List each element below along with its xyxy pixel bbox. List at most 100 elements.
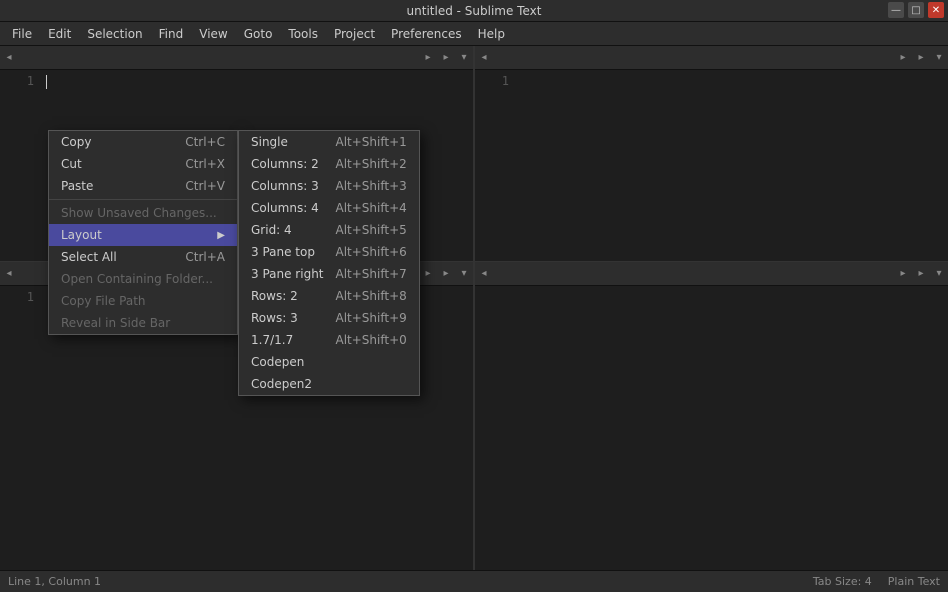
ctx-item-paste[interactable]: PasteCtrl+V <box>49 175 237 197</box>
sub-item-1.7/1.7[interactable]: 1.7/1.7Alt+Shift+0 <box>239 329 419 351</box>
sub-item-label: Columns: 3 <box>251 179 319 193</box>
sub-shortcut: Alt+Shift+8 <box>336 289 407 303</box>
status-right: Tab Size: 4 Plain Text <box>813 575 940 588</box>
sub-item-label: Grid: 4 <box>251 223 292 237</box>
pane-tab-next1[interactable]: ▸ <box>419 46 437 70</box>
pane-content-bottom-right <box>475 286 948 570</box>
sub-item-label: Single <box>251 135 288 149</box>
sub-shortcut: Alt+Shift+9 <box>336 311 407 325</box>
sub-item-columns:-3[interactable]: Columns: 3 Alt+Shift+3 <box>239 175 419 197</box>
line-numbers-bottom-right <box>475 286 515 570</box>
sub-item-label: 3 Pane right <box>251 267 324 281</box>
ctx-item-layout[interactable]: Layout▶ <box>49 224 237 246</box>
pane-tab-next2-r[interactable]: ▸ <box>912 46 930 70</box>
pane-tab-scroll-r <box>493 46 894 70</box>
pane-tab-dropdown[interactable]: ▾ <box>455 46 473 70</box>
sub-item-rows:-3[interactable]: Rows: 3 Alt+Shift+9 <box>239 307 419 329</box>
ctx-item-copy[interactable]: CopyCtrl+C <box>49 131 237 153</box>
status-bar: Line 1, Column 1 Tab Size: 4 Plain Text <box>0 570 948 592</box>
pane-tab-scroll-br <box>493 262 894 286</box>
menu-item-find[interactable]: Find <box>151 25 192 43</box>
sub-shortcut: Alt+Shift+7 <box>336 267 407 281</box>
pane-tab-next1-br[interactable]: ▸ <box>894 262 912 286</box>
sub-item-label: 3 Pane top <box>251 245 315 259</box>
sub-item-3-pane-top[interactable]: 3 Pane top Alt+Shift+6 <box>239 241 419 263</box>
menu-item-project[interactable]: Project <box>326 25 383 43</box>
pane-tab-prev[interactable]: ◂ <box>0 46 18 70</box>
vscrollbar-bottom-right[interactable] <box>934 286 948 570</box>
editor-text-top-right[interactable] <box>515 70 934 261</box>
pane-tab-next1-r[interactable]: ▸ <box>894 46 912 70</box>
ctx-item-reveal-in-side-bar: Reveal in Side Bar <box>49 312 237 334</box>
close-button[interactable]: ✕ <box>928 2 944 18</box>
window-controls: — □ ✕ <box>888 2 944 18</box>
menu-item-selection[interactable]: Selection <box>79 25 150 43</box>
ctx-shortcut: Ctrl+X <box>185 157 225 171</box>
sub-item-rows:-2[interactable]: Rows: 2 Alt+Shift+8 <box>239 285 419 307</box>
menu-item-view[interactable]: View <box>191 25 235 43</box>
pane-tab-bar-top-left: ◂ ▸ ▸ ▾ <box>0 46 473 70</box>
ctx-shortcut: Ctrl+A <box>185 250 225 264</box>
sub-item-grid:-4[interactable]: Grid: 4 Alt+Shift+5 <box>239 219 419 241</box>
ctx-item-label: Copy File Path <box>61 294 146 308</box>
sub-shortcut: Alt+Shift+1 <box>336 135 407 149</box>
pane-tab-prev-r[interactable]: ◂ <box>475 46 493 70</box>
sub-item-label: Columns: 2 <box>251 157 319 171</box>
ctx-shortcut: Ctrl+V <box>185 179 225 193</box>
editor-text-bottom-right[interactable] <box>515 286 934 570</box>
sub-item-codepen[interactable]: Codepen <box>239 351 419 373</box>
line-number: 1 <box>481 74 509 88</box>
menu-item-goto[interactable]: Goto <box>236 25 281 43</box>
text-cursor <box>46 75 47 89</box>
vscrollbar-top-left[interactable] <box>459 70 473 261</box>
pane-tab-prev-bl[interactable]: ◂ <box>0 262 18 286</box>
sub-shortcut: Alt+Shift+5 <box>336 223 407 237</box>
ctx-item-copy-file-path: Copy File Path <box>49 290 237 312</box>
pane-bottom-right: ◂ ▸ ▸ ▾ <box>474 262 948 570</box>
sub-item-label: Rows: 2 <box>251 289 298 303</box>
pane-tab-next2[interactable]: ▸ <box>437 46 455 70</box>
sub-shortcut: Alt+Shift+6 <box>336 245 407 259</box>
status-tab-size[interactable]: Tab Size: 4 <box>813 575 872 588</box>
pane-tab-dropdown-bl[interactable]: ▾ <box>455 262 473 286</box>
ctx-item-label: Reveal in Side Bar <box>61 316 170 330</box>
status-syntax[interactable]: Plain Text <box>888 575 940 588</box>
ctx-item-show-unsaved-changes...: Show Unsaved Changes... <box>49 202 237 224</box>
sub-item-codepen2[interactable]: Codepen2 <box>239 373 419 395</box>
vscrollbar-bottom-left[interactable] <box>459 286 473 570</box>
pane-tab-next1-bl[interactable]: ▸ <box>419 262 437 286</box>
pane-tab-dropdown-r[interactable]: ▾ <box>930 46 948 70</box>
menu-item-file[interactable]: File <box>4 25 40 43</box>
pane-tab-next2-bl[interactable]: ▸ <box>437 262 455 286</box>
sub-item-label: 1.7/1.7 <box>251 333 293 347</box>
sub-item-3-pane-right[interactable]: 3 Pane right Alt+Shift+7 <box>239 263 419 285</box>
ctx-item-open-containing-folder...: Open Containing Folder... <box>49 268 237 290</box>
sub-shortcut: Alt+Shift+3 <box>336 179 407 193</box>
vscrollbar-top-right[interactable] <box>934 70 948 261</box>
sub-item-label: Rows: 3 <box>251 311 298 325</box>
sub-item-label: Codepen2 <box>251 377 312 391</box>
maximize-button[interactable]: □ <box>908 2 924 18</box>
sub-item-columns:-2[interactable]: Columns: 2Alt+Shift+2 <box>239 153 419 175</box>
menu-item-edit[interactable]: Edit <box>40 25 79 43</box>
line-number: 1 <box>6 290 34 304</box>
pane-tab-bar-top-right: ◂ ▸ ▸ ▾ <box>475 46 948 70</box>
minimize-button[interactable]: — <box>888 2 904 18</box>
menu-item-tools[interactable]: Tools <box>280 25 326 43</box>
pane-tab-prev-br[interactable]: ◂ <box>475 262 493 286</box>
pane-tab-scroll <box>18 46 419 70</box>
ctx-item-cut[interactable]: CutCtrl+X <box>49 153 237 175</box>
ctx-item-select-all[interactable]: Select All Ctrl+A <box>49 246 237 268</box>
sub-item-label: Columns: 4 <box>251 201 319 215</box>
pane-content-top-right: 1 <box>475 70 948 261</box>
sub-item-columns:-4[interactable]: Columns: 4Alt+Shift+4 <box>239 197 419 219</box>
sub-item-single[interactable]: Single Alt+Shift+1 <box>239 131 419 153</box>
ctx-item-label: Copy <box>61 135 91 149</box>
ctx-item-label: Select All <box>61 250 117 264</box>
pane-tab-next2-br[interactable]: ▸ <box>912 262 930 286</box>
status-position: Line 1, Column 1 <box>8 575 101 588</box>
line-numbers-bottom-left: 1 <box>0 286 40 570</box>
menu-item-preferences[interactable]: Preferences <box>383 25 470 43</box>
menu-item-help[interactable]: Help <box>470 25 513 43</box>
pane-tab-dropdown-br[interactable]: ▾ <box>930 262 948 286</box>
